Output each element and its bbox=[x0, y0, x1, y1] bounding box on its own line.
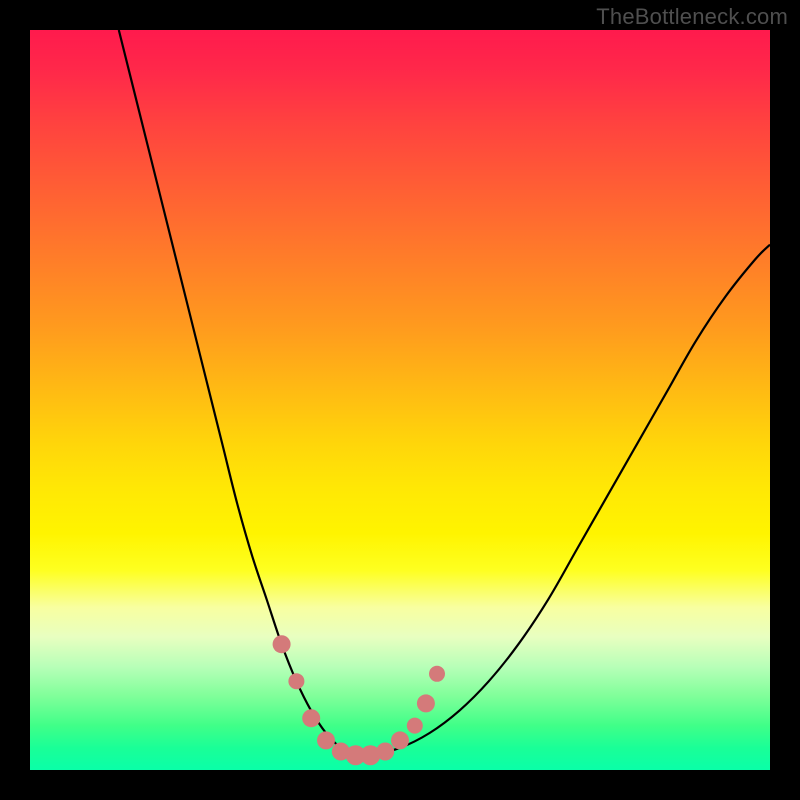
valley-markers-group bbox=[273, 635, 445, 765]
valley-marker bbox=[288, 673, 304, 689]
valley-marker bbox=[417, 694, 435, 712]
valley-marker bbox=[429, 666, 445, 682]
plot-area bbox=[30, 30, 770, 770]
valley-marker bbox=[407, 718, 423, 734]
valley-marker bbox=[391, 731, 409, 749]
valley-marker bbox=[376, 743, 394, 761]
valley-marker bbox=[317, 731, 335, 749]
watermark-text: TheBottleneck.com bbox=[596, 4, 788, 30]
bottleneck-curve-line bbox=[119, 30, 770, 756]
chart-frame: TheBottleneck.com bbox=[0, 0, 800, 800]
valley-marker bbox=[302, 709, 320, 727]
chart-svg bbox=[30, 30, 770, 770]
valley-marker bbox=[273, 635, 291, 653]
